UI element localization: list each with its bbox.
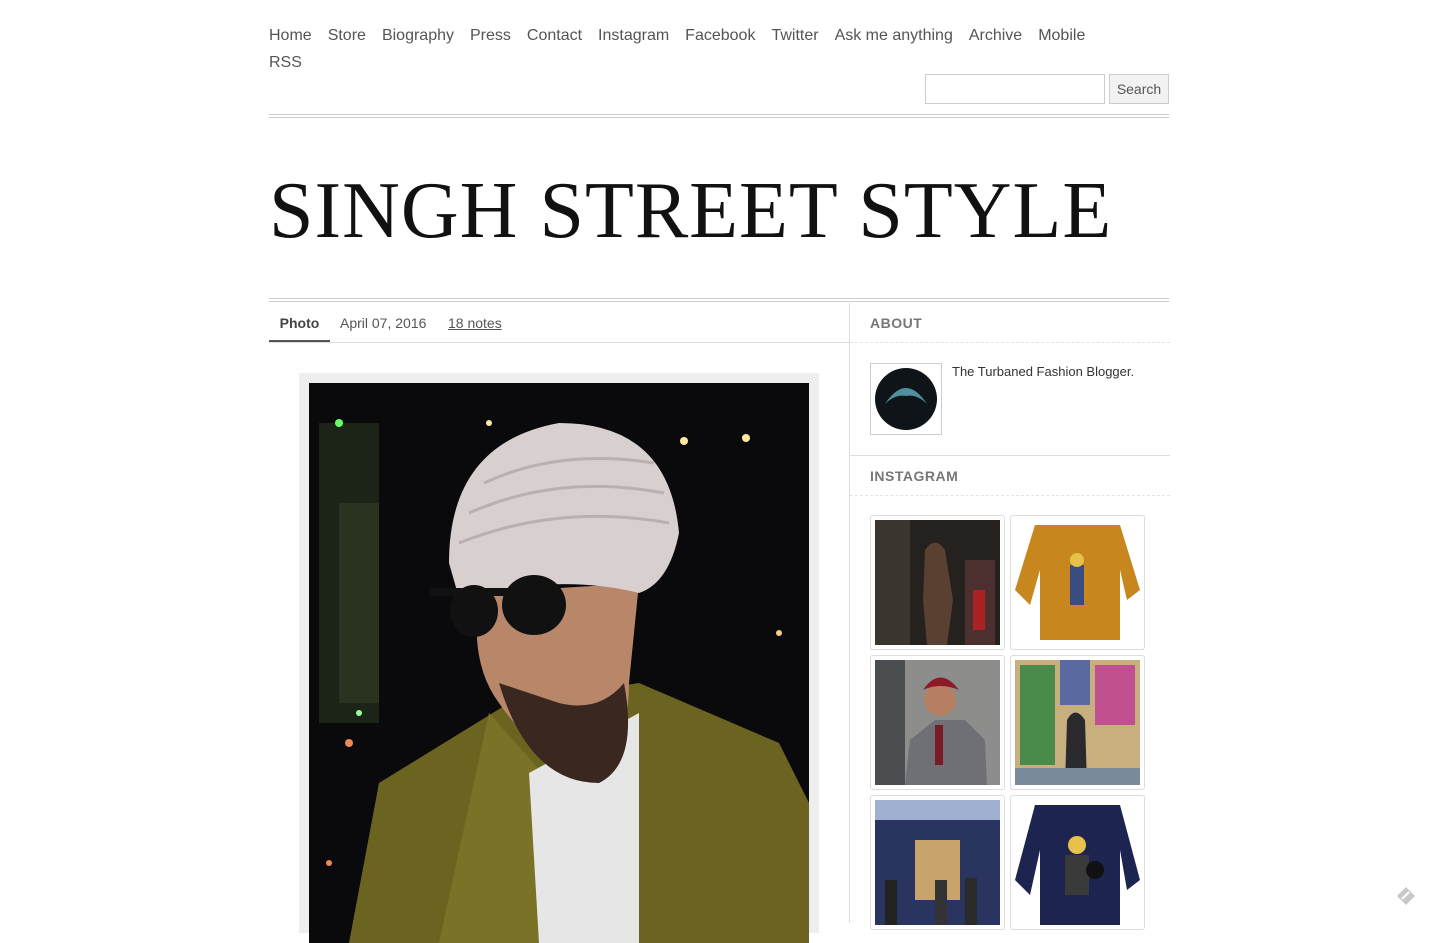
instagram-thumb[interactable] bbox=[1010, 515, 1145, 650]
instagram-photo bbox=[1015, 660, 1140, 785]
search-input[interactable] bbox=[925, 74, 1105, 104]
post-notes-link[interactable]: 18 notes bbox=[448, 303, 502, 343]
title-divider bbox=[269, 298, 1169, 302]
nav-mobile[interactable]: Mobile bbox=[1038, 22, 1085, 49]
nav-rss[interactable]: RSS bbox=[269, 49, 302, 76]
nav-store[interactable]: Store bbox=[328, 22, 366, 49]
instagram-photo bbox=[875, 660, 1000, 785]
instagram-thumb[interactable] bbox=[870, 655, 1005, 790]
nav-instagram[interactable]: Instagram bbox=[598, 22, 669, 49]
instagram-thumb[interactable] bbox=[870, 515, 1005, 650]
portrait-image bbox=[309, 383, 809, 943]
post-meta: Photo April 07, 2016 18 notes bbox=[269, 303, 849, 343]
instagram-photo bbox=[875, 520, 1000, 645]
header-divider bbox=[269, 114, 1169, 118]
instagram-heading: INSTAGRAM bbox=[850, 456, 1170, 496]
instagram-photo bbox=[1015, 800, 1140, 925]
nav-biography[interactable]: Biography bbox=[382, 22, 454, 49]
about-text: The Turbaned Fashion Blogger. bbox=[952, 364, 1135, 379]
post-photo[interactable] bbox=[309, 383, 809, 943]
tumblr-edit-icon[interactable] bbox=[1396, 886, 1416, 906]
nav-ask[interactable]: Ask me anything bbox=[835, 22, 953, 49]
post-photo-frame bbox=[299, 373, 819, 943]
nav-archive[interactable]: Archive bbox=[969, 22, 1022, 49]
top-nav: Home Store Biography Press Contact Instagram F… bbox=[269, 22, 1149, 76]
about-heading: ABOUT bbox=[850, 303, 1170, 343]
sidebar: ABOUT The Turbaned Fashion Blogger. INST… bbox=[849, 303, 1170, 930]
nav-facebook[interactable]: Facebook bbox=[685, 22, 755, 49]
post-type-tab[interactable]: Photo bbox=[269, 303, 330, 342]
nav-press[interactable]: Press bbox=[470, 22, 511, 49]
avatar[interactable] bbox=[870, 363, 942, 435]
nav-twitter[interactable]: Twitter bbox=[771, 22, 818, 49]
search-form: Search bbox=[925, 74, 1169, 104]
instagram-thumb[interactable] bbox=[1010, 655, 1145, 790]
nav-contact[interactable]: Contact bbox=[527, 22, 582, 49]
instagram-photo bbox=[875, 800, 1000, 925]
instagram-thumb[interactable] bbox=[870, 795, 1005, 930]
instagram-photo bbox=[1015, 520, 1140, 645]
blog-title[interactable]: SINGH STREET STYLE bbox=[269, 166, 1112, 257]
nav-home[interactable]: Home bbox=[269, 22, 312, 49]
search-button[interactable]: Search bbox=[1109, 74, 1169, 104]
avatar-logo-icon bbox=[875, 368, 937, 430]
instagram-thumb[interactable] bbox=[1010, 795, 1145, 930]
post-date[interactable]: April 07, 2016 bbox=[340, 303, 426, 343]
